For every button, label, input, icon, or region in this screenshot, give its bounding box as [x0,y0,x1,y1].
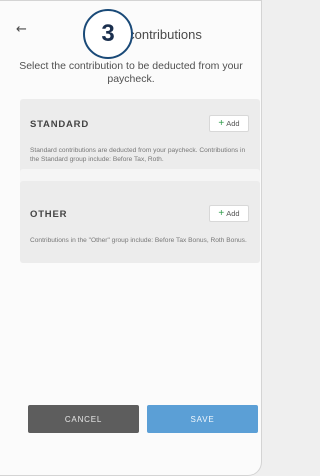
add-standard-button[interactable]: + Add [209,115,249,132]
add-label: Add [226,209,240,218]
plus-icon: + [218,207,225,219]
header: ← 3 y contributions [0,1,261,59]
group-name: STANDARD [30,119,89,130]
app-screen: ← 3 y contributions Select the contribut… [0,0,262,476]
add-label: Add [226,119,240,128]
plus-icon: + [218,117,225,129]
save-button[interactable]: SAVE [147,405,258,433]
instruction-text: Select the contribution to be deducted f… [19,60,243,85]
step-number-badge: 3 [83,9,133,59]
group-description: Standard contributions are deducted from… [30,147,246,163]
cancel-button[interactable]: CANCEL [28,405,139,433]
back-arrow-icon[interactable]: ← [16,23,27,36]
group-description: Contributions in the "Other" group inclu… [30,237,247,244]
group-card-other: OTHER + Add Contributions in the "Other"… [20,169,260,263]
group-card-other-bg [20,181,260,263]
group-card-standard: STANDARD + Add Standard contributions ar… [20,99,260,177]
add-other-button[interactable]: + Add [209,205,249,222]
group-name: OTHER [30,209,68,220]
